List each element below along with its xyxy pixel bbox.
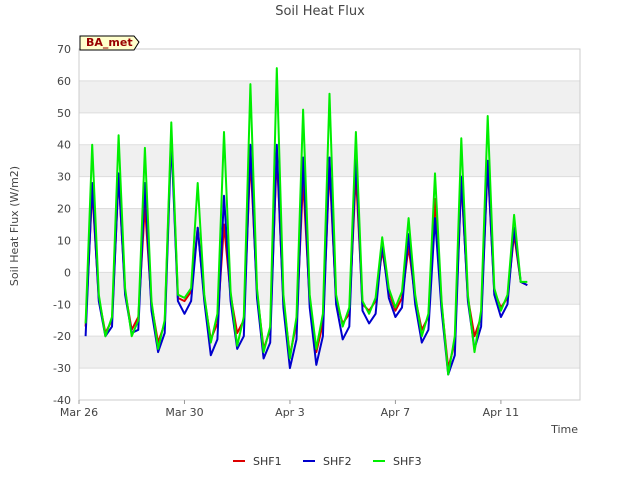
y-tick-label: 20	[57, 203, 71, 216]
y-tick-label: 70	[57, 43, 71, 56]
y-tick-label: 40	[57, 139, 71, 152]
legend-label-shf3: SHF3	[393, 455, 422, 468]
x-tick-label: Mar 30	[165, 406, 203, 419]
y-axis-ticks: -40-30-20-10010203040506070	[53, 43, 71, 407]
x-tick-label: Apr 7	[381, 406, 411, 419]
grid-band	[79, 336, 580, 369]
y-tick-label: 30	[57, 171, 71, 184]
y-tick-label: 0	[64, 266, 71, 279]
legend-label-shf1: SHF1	[253, 455, 282, 468]
site-label-badge: BA_met	[79, 35, 140, 51]
legend: SHF1 SHF2 SHF3	[233, 455, 422, 468]
x-axis-title: Time	[550, 423, 578, 436]
y-axis-title: Soil Heat Flux (W/m2)	[8, 166, 21, 286]
y-tick-label: -20	[53, 330, 71, 343]
x-tick-label: Apr 11	[483, 406, 520, 419]
y-tick-label: -30	[53, 362, 71, 375]
chart-title: Soil Heat Flux	[275, 4, 365, 19]
y-tick-label: -10	[53, 298, 71, 311]
y-tick-label: 50	[57, 107, 71, 120]
x-tick-label: Mar 26	[60, 406, 98, 419]
site-label-text: BA_met	[86, 36, 133, 49]
legend-label-shf2: SHF2	[323, 455, 352, 468]
y-tick-label: 10	[57, 234, 71, 247]
x-tick-label: Apr 3	[275, 406, 305, 419]
x-axis-ticks: Mar 26 Mar 30 Apr 3 Apr 7 Apr 11	[60, 400, 519, 419]
soil-heat-flux-chart: -40-30-20-10010203040506070 Mar 26 Mar 30…	[8, 4, 581, 468]
grid-band	[79, 208, 580, 241]
y-tick-label: 60	[57, 75, 71, 88]
